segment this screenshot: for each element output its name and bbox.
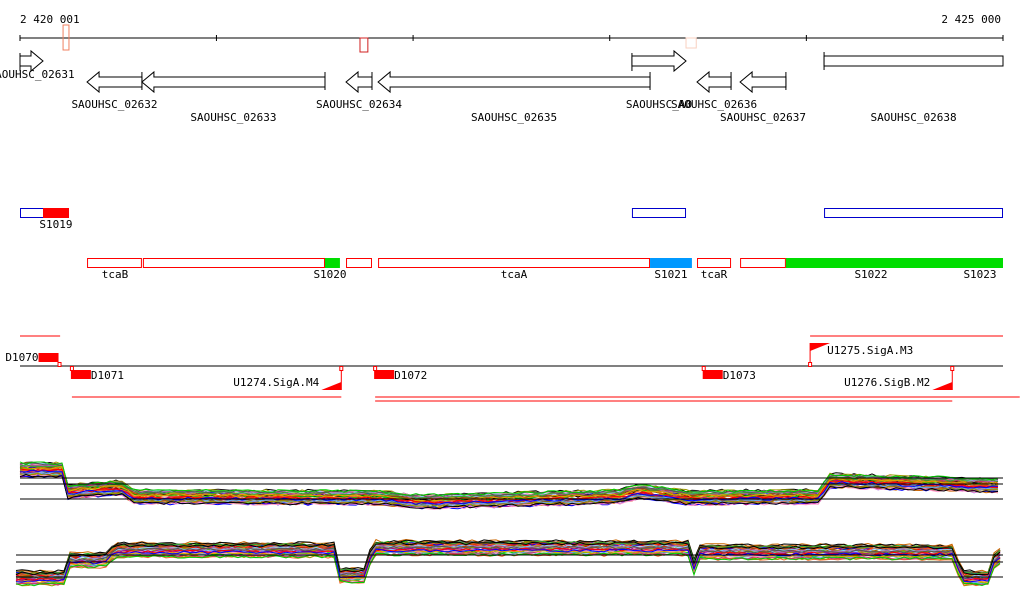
terminator-box (702, 370, 723, 379)
gene-arrow-saouhsc_02633 (141, 70, 326, 94)
segment-track: S1019 tcaB S1020 tcaA S1021 tcaR S1022 S1023 (20, 208, 1004, 281)
gene-arrow-saouhsc_02632 (86, 70, 143, 94)
promoter-flag (932, 382, 953, 390)
gene-track: SAOUHSC_02631 SAOUHSC_02632 SAOUHSC_02633 S… (0, 49, 1004, 124)
promoter-marker (339, 366, 344, 371)
segment-box (378, 258, 651, 268)
axis-start-label: 2 420 001 (20, 13, 80, 26)
terminator-label: D1073 (723, 369, 756, 382)
promoter-label: U1276.SigB.M2 (844, 376, 930, 389)
axis-end-label: 2 425 000 (941, 13, 1001, 26)
gene-label: SAOUHSC_02634 (316, 98, 402, 111)
segment-label: tcaA (501, 268, 528, 281)
coordinate-axis: 2 420 001 2 425 000 (19, 13, 1004, 53)
terminator-marker (373, 366, 378, 371)
terminator-box (70, 370, 91, 379)
promoter-label: U1275.SigA.M3 (827, 344, 913, 357)
gene-arrow-saouhsc_a0 (631, 49, 687, 73)
gene-label: SAOUHSC_02631 (0, 68, 75, 81)
gene-arrow-saouhsc_02635 (377, 70, 651, 94)
gene-label: SAOUHSC_02633 (190, 111, 276, 124)
segment-box (346, 258, 372, 268)
transcription-track: D1070 D1071 D1072 D1073 U1274.SigA.M4 U1275.S… (5, 335, 1020, 402)
segment-box (324, 258, 340, 268)
gene-label: SAOUHSC_02635 (471, 111, 557, 124)
gene-arrow-saouhsc_02637 (739, 70, 787, 94)
gene-label: SAOUHSC_02637 (720, 111, 806, 124)
segment-label: S1019 (39, 218, 72, 231)
axis-marker (359, 37, 369, 53)
terminator-marker (57, 362, 62, 367)
terminator-label: D1072 (394, 369, 427, 382)
segment-label: tcaB (102, 268, 129, 281)
segment-box (631, 208, 687, 218)
segment-box (824, 208, 1004, 218)
axis-marker (685, 37, 697, 49)
terminator-box (374, 370, 395, 379)
segment-box (650, 258, 692, 268)
terminator-marker (69, 366, 74, 371)
gene-label: SAOUHSC_02632 (71, 98, 157, 111)
segment-box (43, 208, 69, 218)
segment-label: S1020 (313, 268, 346, 281)
terminator-box (38, 353, 59, 362)
segment-box (142, 258, 325, 268)
segment-label: S1023 (963, 268, 996, 281)
gene-arrow-saouhsc_02634 (345, 70, 373, 94)
segment-label: S1021 (654, 268, 687, 281)
segment-label: tcaR (701, 268, 728, 281)
segment-box (740, 258, 786, 268)
segment-label: S1022 (854, 268, 887, 281)
promoter-flag (321, 382, 342, 390)
promoter-marker (808, 362, 813, 367)
segment-box (785, 258, 1003, 268)
terminator-marker (701, 366, 706, 371)
genome-browser-view: 2 420 001 2 425 000 SAOUHSC_02631SAOUHSC… (0, 13, 1020, 587)
gene-label: SAOUHSC_02636 (671, 98, 757, 111)
gene-arrow-saouhsc_02638 (823, 55, 1004, 67)
promoter-marker (950, 366, 955, 371)
segment-box (697, 258, 732, 268)
terminator-label: D1070 (5, 351, 38, 364)
terminator-label: D1071 (91, 369, 124, 382)
expression-track (15, 461, 1003, 587)
segment-box (87, 258, 142, 268)
gene-arrow-saouhsc_02636 (696, 70, 732, 94)
promoter-label: U1274.SigA.M4 (233, 376, 319, 389)
gene-label: SAOUHSC_02638 (870, 111, 956, 124)
